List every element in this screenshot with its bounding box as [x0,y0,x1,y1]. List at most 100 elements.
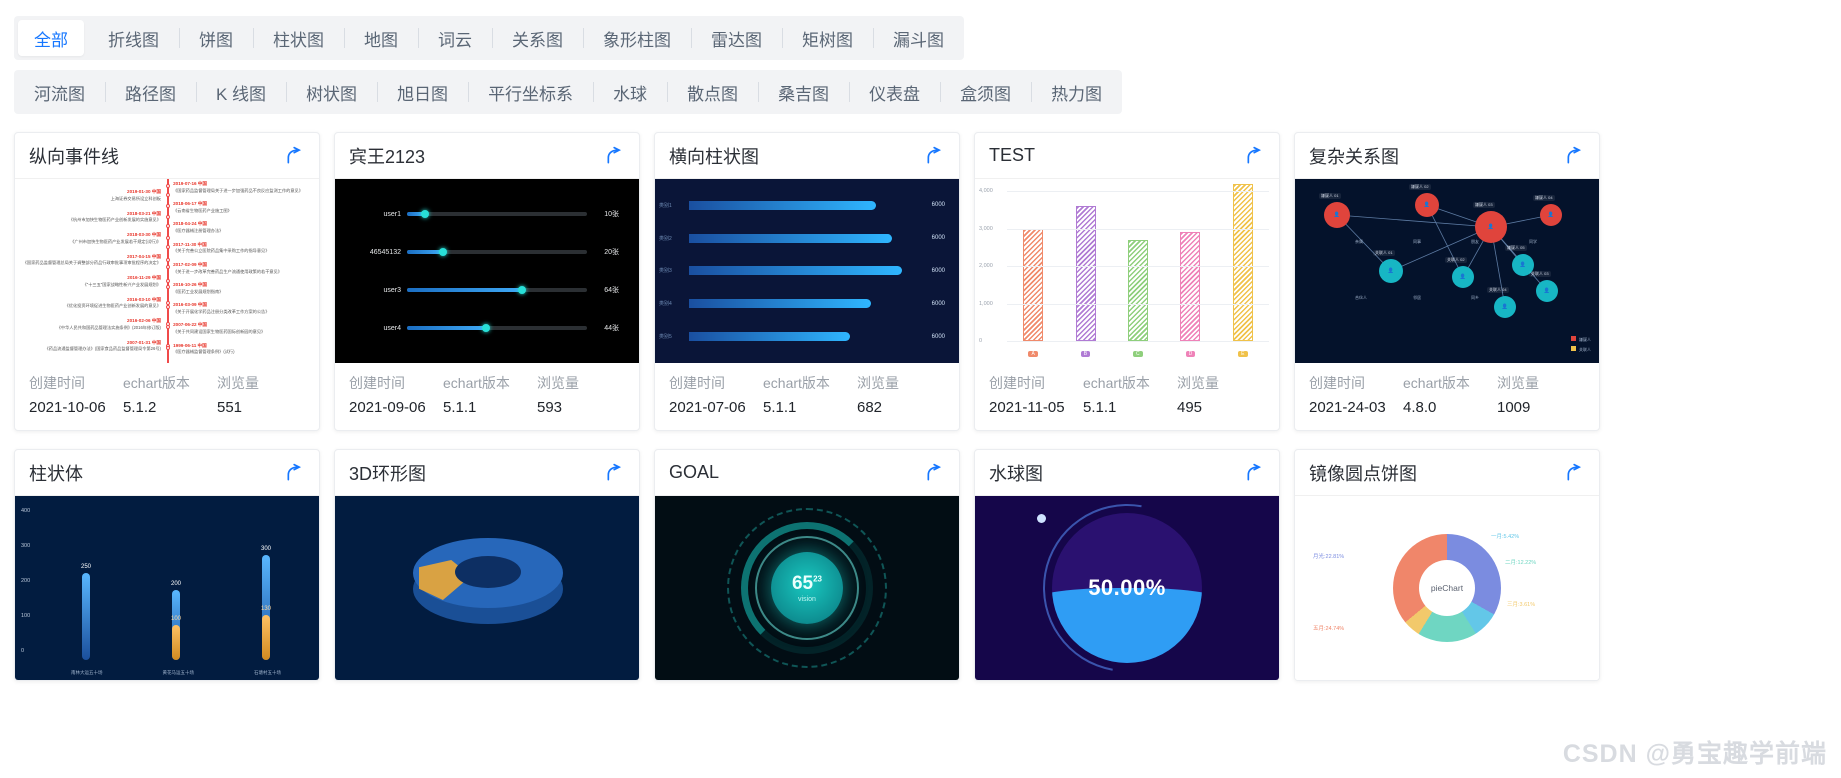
tab-4[interactable]: 地图 [344,16,418,60]
card-title: 水球图 [989,463,1043,484]
chart-card[interactable]: 复杂关系图 👤 嫌疑人 01 👤 嫌疑人 02 👤 嫌疑人 03 👤 嫌疑人 04 👤 关联人 0… [1294,132,1600,431]
chart-thumbnail-graph: 👤 嫌疑人 01 👤 嫌疑人 02 👤 嫌疑人 03 👤 嫌疑人 04 👤 关联人 01 👤 关联人 … [1295,179,1599,363]
share-icon[interactable] [285,463,305,483]
y-axis-tick: 200 [21,578,31,584]
slider-track[interactable] [407,210,587,218]
chart-thumbnail-timeline: 2019-01-30 中国 上海证券交易所设立科创板 2018-03-21 中国 《杭… [15,179,319,363]
tab-3[interactable]: 柱状图 [253,16,344,60]
bar-row: 类别3 6000 [659,266,949,276]
card-title: 纵向事件线 [29,146,119,167]
tab-7[interactable]: 象形柱图 [583,16,691,60]
chart-card[interactable]: TEST A B C D E 4,000 3,000 2,000 1,000 0 创建时间 202… [974,132,1280,431]
timeline-event-right: 2018-06-17 中国 《云南省生物医药产业施工图》 [173,201,232,214]
tab-8[interactable]: 雷达图 [691,16,782,60]
bar-category-label: 类别4 [659,301,672,308]
chart-type-tabbar-secondary[interactable]: 河流图 路径图 K 线图 树状图 旭日图 平行坐标系 水球 散点图 桑吉图 仪表盘 盒须图 热力图 [14,70,1123,114]
timeline-event-left: 2007-01-31 中国 《药品流通监督管理办法》(国家食品药品监督管理局令第2… [44,339,161,352]
slider-label: user4 [383,324,401,332]
graph-legend-item[interactable]: 关联人 [1571,346,1591,353]
slider-row[interactable]: user3 64张 [355,285,619,295]
graph-node[interactable]: 👤 [1536,280,1558,302]
card-title: 宾王2123 [349,146,426,167]
timeline-event-right: 2017-02-09 中国 《关于进一步改革完善药品生产流通使用政策的若干意见》 [173,261,282,274]
tab-9[interactable]: 仪表盘 [849,70,940,114]
graph-legend-item[interactable]: 嫌疑人 [1571,336,1591,343]
timeline-node [166,224,170,229]
timeline-event-left: 2016-03-10 中国 《优化投资环境促进生物医药产业创新发展的意见》 [64,296,161,309]
chart-card[interactable]: 镜像圆点饼图 pieChart 月光:22.81% 一月:5.42% 二月:12.2… [1294,449,1600,681]
x-axis-tick: 黄花马运五十场 [162,670,195,675]
bar [1075,206,1096,341]
tab-10[interactable]: 漏斗图 [873,16,964,60]
timeline-event-left: 2018-03-30 中国 《广州市加快生物医药产业发展若干规定(试行)》 [70,232,161,244]
tab-1[interactable]: 路径图 [105,70,196,114]
slider-track[interactable] [407,248,587,256]
gridline [1007,191,1269,192]
graph-node[interactable]: 👤 [1475,211,1507,243]
slider-track[interactable] [407,324,587,332]
meta-created-value: 2021-11-05 [989,399,1065,416]
tab-5[interactable]: 平行坐标系 [468,70,593,114]
chart-card[interactable]: 柱状体 250 200 100 300 130 南林大运五十场 黄花马运五十场 石塘村五十场 0… [14,449,320,681]
chart-card[interactable]: 水球图 50.00% [974,449,1280,681]
gridline [1007,341,1269,342]
chart-card[interactable]: 纵向事件线 2019-01-30 中国 上海证券交易所设立科创板 2018-03-2… [14,132,320,431]
graph-node[interactable]: 👤 [1324,202,1350,228]
tab-3[interactable]: 树状图 [286,70,377,114]
timeline-node [166,244,170,249]
share-icon[interactable] [285,146,305,166]
y-axis-tick: 0 [979,338,983,344]
tab-5[interactable]: 词云 [418,16,492,60]
tab-0[interactable]: 全部 [18,20,84,56]
graph-node[interactable]: 👤 [1415,193,1439,217]
tab-2[interactable]: K 线图 [196,70,286,114]
share-icon[interactable] [605,463,625,483]
meta-views-value: 495 [1177,399,1203,416]
tab-0[interactable]: 河流图 [14,70,105,114]
chart-card[interactable]: 宾王2123 user1 10张 46545132 20张 user3 64张 user4 4… [334,132,640,431]
graph-node[interactable]: 👤 [1452,266,1474,288]
chart-card[interactable]: 3D环形图 [334,449,640,681]
tab-6[interactable]: 水球 [593,70,667,114]
slider-row[interactable]: user1 10张 [355,209,619,219]
tab-10[interactable]: 盒须图 [940,70,1031,114]
card-title: 柱状体 [29,463,83,484]
graph-node[interactable]: 👤 [1494,296,1516,318]
slider-row[interactable]: user4 44张 [355,323,619,333]
tab-9[interactable]: 矩树图 [782,16,873,60]
tab-8[interactable]: 桑吉图 [758,70,849,114]
card-title: 3D环形图 [349,463,427,484]
share-icon[interactable] [1245,146,1265,166]
card-footer: 创建时间 2021-09-06 echart版本 5.1.1 浏览量 593 [335,363,639,430]
slider-row[interactable]: 46545132 20张 [355,247,619,257]
share-icon[interactable] [1565,463,1585,483]
tab-11[interactable]: 热力图 [1031,70,1122,114]
card-header: TEST [975,133,1279,179]
share-icon[interactable] [1245,463,1265,483]
slider-value: 44张 [604,325,619,332]
chart-type-tabbar-primary[interactable]: 全部 折线图 饼图 柱状图 地图 词云 关系图 象形柱图 雷达图 矩树图 漏斗图 [14,16,964,60]
graph-node-label: 嫌疑人 02 [1409,184,1431,190]
share-icon[interactable] [1565,146,1585,166]
chart-card[interactable]: GOAL 6523 vision [654,449,960,681]
chart-card[interactable]: 横向柱状图 类别1 6000 类别2 6000 类别3 6000 类别4 6000 类别5 600… [654,132,960,431]
x-axis-tick: D [1185,351,1196,357]
tab-4[interactable]: 旭日图 [377,70,468,114]
timeline-event-left: 2018-03-21 中国 《杭州市加快生物医药产业创新发展的实施意见》 [68,210,161,223]
timeline-event-right: 1999-06-11 中国 《医疗器械监督管理条例》(试行) [173,342,235,355]
tab-6[interactable]: 关系图 [492,16,583,60]
meta-views: 浏览量 551 [217,373,305,416]
tab-7[interactable]: 散点图 [667,70,758,114]
slider-track[interactable] [407,286,587,294]
meta-created: 创建时间 2021-07-06 [669,373,763,416]
graph-node-label: 关联人 02 [1445,257,1467,263]
meta-views-label: 浏览量 [1177,375,1219,391]
graph-node[interactable]: 👤 [1540,204,1562,226]
tab-1[interactable]: 折线图 [88,16,179,60]
graph-node[interactable]: 👤 [1379,259,1403,283]
share-icon[interactable] [925,463,945,483]
slider-value: 64张 [604,287,619,294]
tab-2[interactable]: 饼图 [179,16,253,60]
share-icon[interactable] [925,146,945,166]
share-icon[interactable] [605,146,625,166]
